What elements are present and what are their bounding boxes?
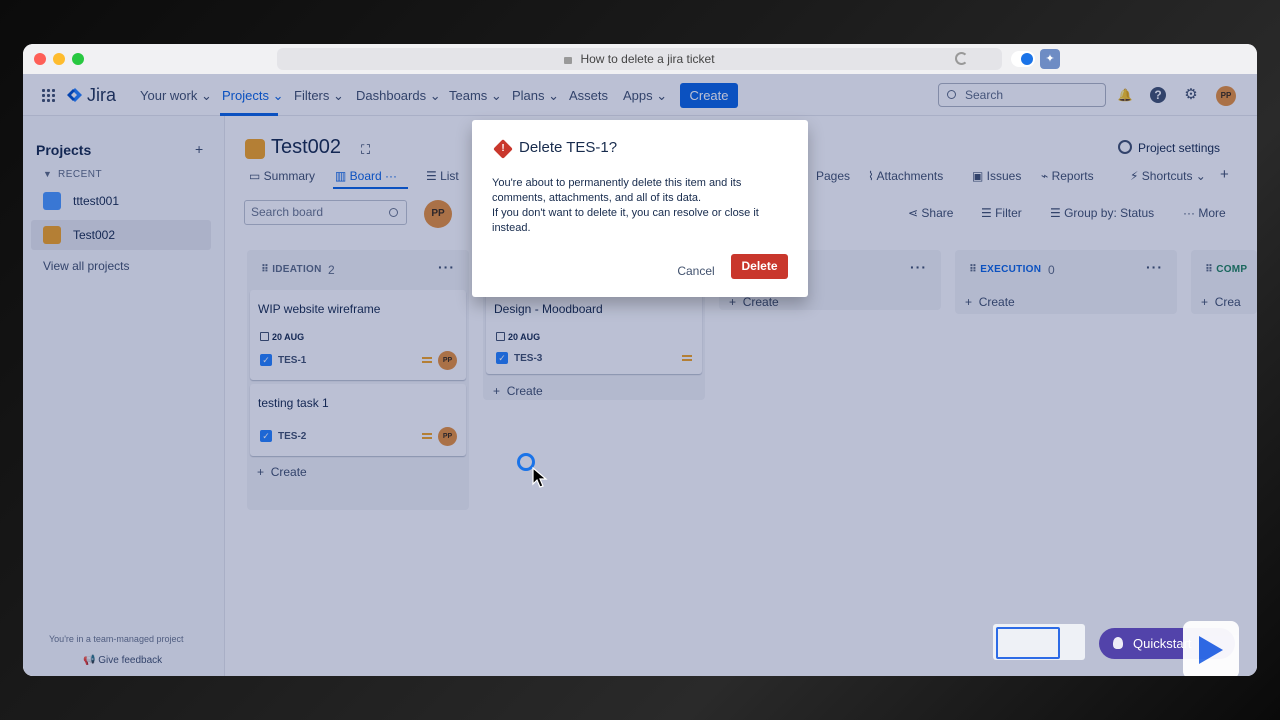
dialog-message: You're about to permanently delete this … bbox=[492, 177, 759, 234]
mouse-cursor-icon bbox=[532, 467, 548, 488]
maximize-window-button[interactable] bbox=[72, 53, 84, 65]
reload-icon[interactable] bbox=[955, 52, 968, 65]
jira-app: Jira Your work ⌄ Projects ⌄ Filters ⌄ Da… bbox=[23, 74, 1257, 676]
browser-toolbar: How to delete a jira ticket ✦ bbox=[23, 44, 1257, 74]
address-bar[interactable]: How to delete a jira ticket bbox=[277, 48, 1002, 70]
lightbulb-icon bbox=[1113, 637, 1123, 649]
video-thumbnail-panel[interactable] bbox=[993, 624, 1085, 660]
extension-icon[interactable]: ✦ bbox=[1040, 49, 1060, 69]
delete-button[interactable]: Delete bbox=[731, 254, 788, 279]
dialog-title: Delete TES-1? bbox=[519, 139, 618, 156]
play-video-icon[interactable] bbox=[1183, 621, 1239, 676]
screen-frame: How to delete a jira ticket ✦ Jira Your … bbox=[0, 0, 1280, 720]
page-title-text: How to delete a jira ticket bbox=[580, 52, 715, 66]
warning-icon: ! bbox=[493, 139, 513, 159]
minimize-window-button[interactable] bbox=[53, 53, 65, 65]
delete-issue-dialog: ! Delete TES-1? You're about to permanen… bbox=[472, 120, 808, 297]
lock-icon bbox=[564, 57, 573, 64]
recording-toggle[interactable] bbox=[1011, 51, 1035, 67]
cancel-button[interactable]: Cancel bbox=[668, 259, 724, 283]
close-window-button[interactable] bbox=[34, 53, 46, 65]
browser-window: How to delete a jira ticket ✦ Jira Your … bbox=[23, 44, 1257, 676]
